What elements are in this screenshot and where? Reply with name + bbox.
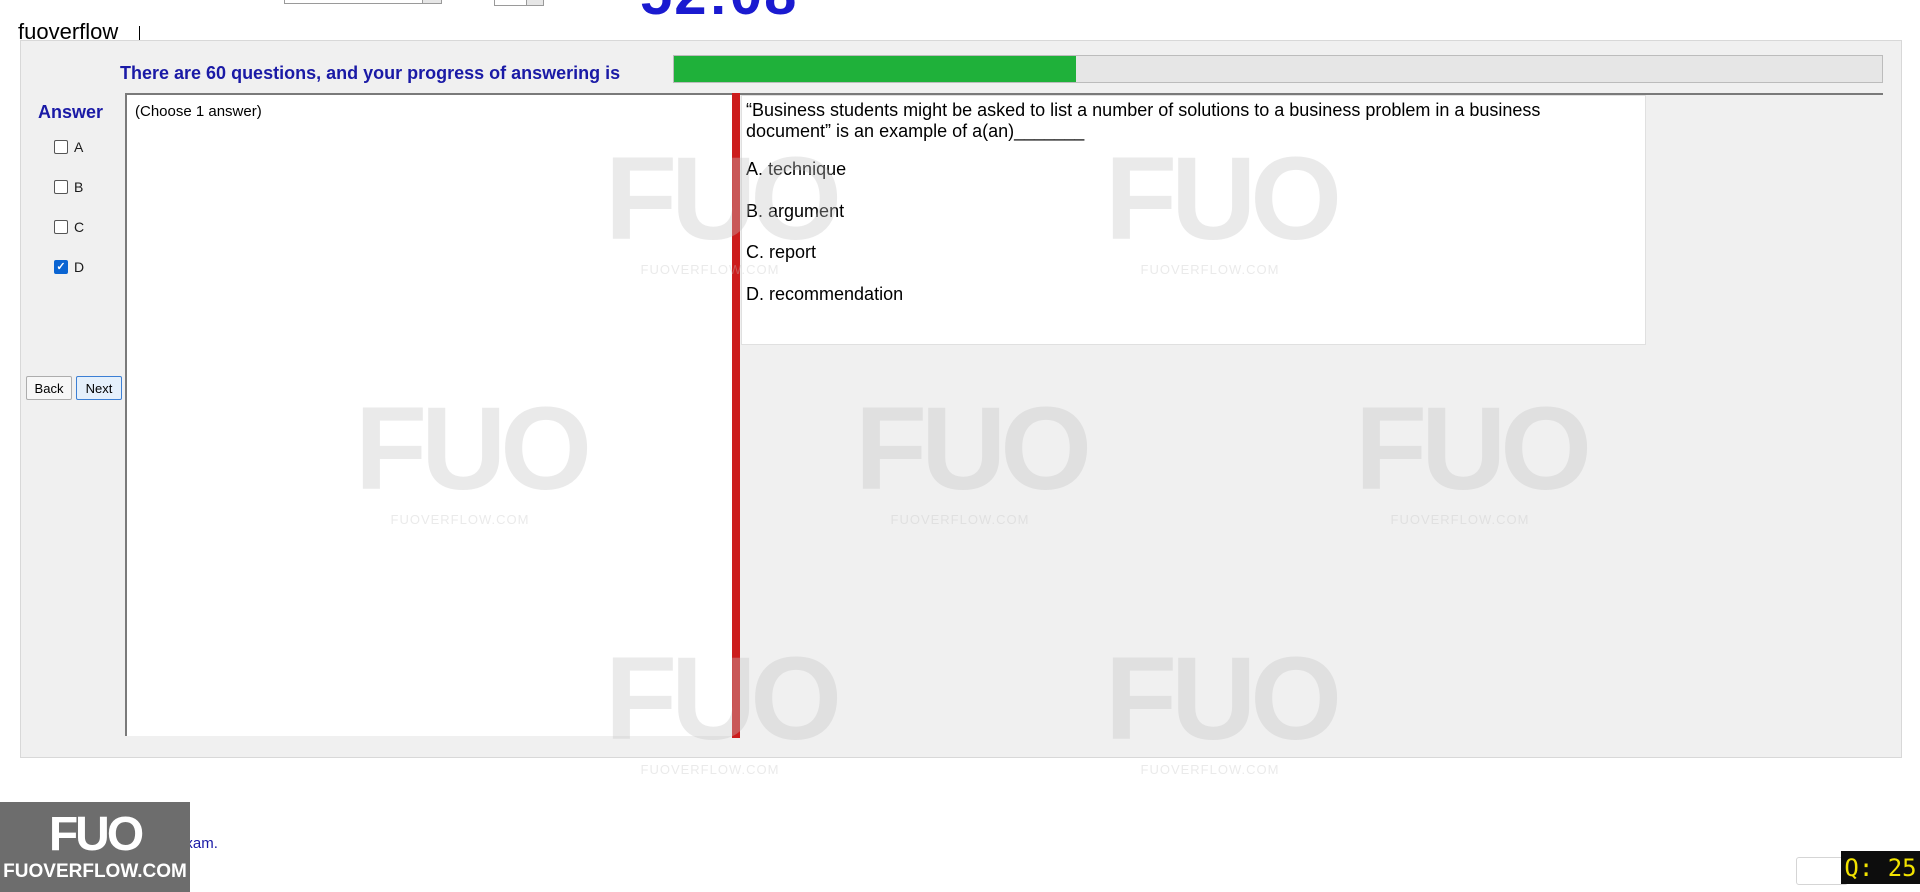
watermark-logo: FUO FUOVERFLOW.COM [1105,133,1342,277]
option-label: D [74,259,85,275]
chevron-down-icon[interactable] [422,0,441,3]
progress-bar-fill [674,56,1077,82]
checkbox-a[interactable] [54,140,68,154]
watermark-logo: FUO FUOVERFLOW.COM [855,383,1092,527]
option-label: B [74,179,84,195]
answer-hint: (Choose 1 answer) [135,103,262,120]
progress-label: There are 60 questions, and your progres… [120,63,621,83]
choice-d: D. recommendation [746,284,903,305]
answer-option-d[interactable]: D [54,259,84,275]
choice-letter: D. [746,284,764,304]
back-button[interactable]: Back [26,376,72,400]
watermark-logo: FUO FUOVERFLOW.COM [605,633,842,777]
choice-text: recommendation [769,284,904,304]
question-number-badge: Q: 25 [1841,851,1920,884]
exam-code-input[interactable] [284,0,442,4]
answer-option-c[interactable]: C [54,219,84,235]
watermark-logo: FUO FUOVERFLOW.COM [1355,383,1592,527]
option-label: C [74,219,85,235]
font-size-select[interactable] [494,0,544,6]
watermark-logo: FUO FUOVERFLOW.COM [1105,633,1342,777]
watermark-logo: FUO FUOVERFLOW.COM [355,383,592,527]
checkbox-b[interactable] [54,180,68,194]
answer-option-a[interactable]: A [54,139,83,155]
checkbox-d[interactable] [54,260,68,274]
watermark-logo: FUO FUOVERFLOW.COM [605,133,842,277]
fuoverflow-logo: FUO FUOVERFLOW.COM [0,802,190,892]
answer-section-title: Answer [38,102,104,122]
answer-option-b[interactable]: B [54,179,83,195]
option-label: A [74,139,84,155]
chevron-down-icon[interactable] [526,0,543,5]
progress-bar [673,55,1883,83]
next-button[interactable]: Next [76,376,122,400]
countdown-timer: 52:08 [640,0,798,24]
checkbox-c[interactable] [54,220,68,234]
